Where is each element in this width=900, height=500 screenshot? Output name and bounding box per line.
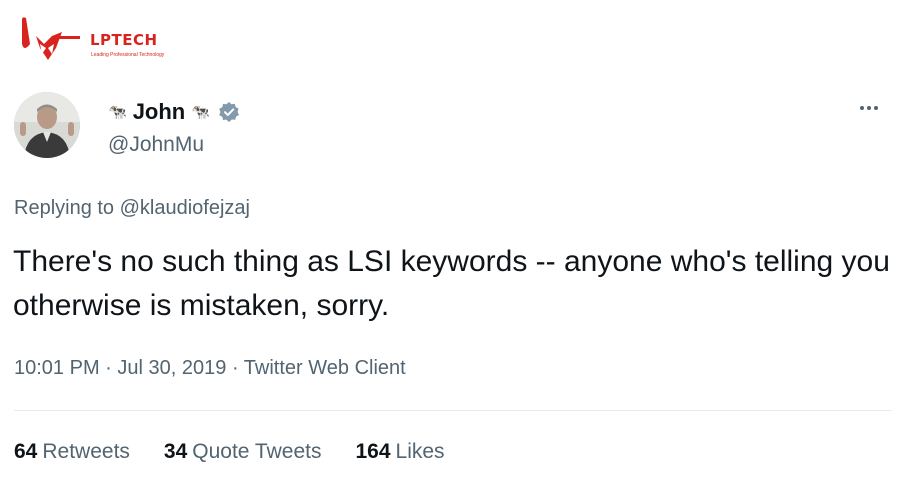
avatar[interactable] — [14, 92, 80, 158]
tweet-screenshot: LPTECH Leading Professional Technology 🐄… — [0, 0, 900, 500]
tweet-meta: 10:01 PM · Jul 30, 2019 · Twitter Web Cl… — [14, 357, 406, 380]
brand-name: LPTECH — [90, 31, 158, 49]
dot-icon — [874, 106, 878, 110]
replying-to-label: Replying to — [14, 197, 120, 219]
dot-icon — [867, 106, 871, 110]
tweet-text: There's no such thing as LSI keywords --… — [13, 245, 890, 322]
engagement-stats: 64 Retweets 34 Quote Tweets 164 Likes — [14, 440, 445, 464]
likes-stat[interactable]: 164 Likes — [355, 440, 444, 464]
likes-count: 164 — [355, 440, 391, 463]
meta-separator: · — [231, 357, 244, 379]
retweets-label: Retweets — [42, 440, 130, 463]
quote-tweets-count: 34 — [163, 440, 188, 463]
more-options-button[interactable] — [854, 98, 884, 118]
tweet-source-link[interactable]: Twitter Web Client — [244, 357, 406, 379]
retweets-stat[interactable]: 64 Retweets — [14, 440, 130, 464]
dot-icon — [860, 106, 864, 110]
cow-emoji-left: 🐄 — [108, 103, 127, 121]
meta-separator: · — [105, 357, 118, 379]
reply-mention-link[interactable]: @klaudiofejzaj — [120, 197, 250, 219]
fox-logo-icon — [22, 17, 80, 60]
verified-badge-icon — [218, 101, 240, 123]
quote-tweets-label: Quote Tweets — [192, 440, 322, 463]
profile-photo-icon — [14, 92, 80, 158]
divider — [14, 410, 892, 411]
brand-tagline: Leading Professional Technology — [91, 52, 165, 58]
replying-to-line: Replying to @klaudiofejzaj — [14, 197, 250, 220]
quote-tweets-stat[interactable]: 34 Quote Tweets — [164, 440, 322, 464]
tweet-time-link[interactable]: 10:01 PM — [14, 357, 100, 379]
retweets-count: 64 — [14, 440, 38, 463]
author-handle[interactable]: @JohnMu — [108, 133, 204, 157]
cow-emoji-right: 🐄 — [191, 103, 210, 121]
likes-label: Likes — [395, 440, 445, 463]
tweet-date-link[interactable]: Jul 30, 2019 — [117, 357, 226, 379]
author-name-row[interactable]: 🐄 John 🐄 — [108, 99, 240, 125]
author-name[interactable]: John — [133, 99, 186, 125]
lptech-logo: LPTECH Leading Professional Technology — [18, 14, 168, 64]
